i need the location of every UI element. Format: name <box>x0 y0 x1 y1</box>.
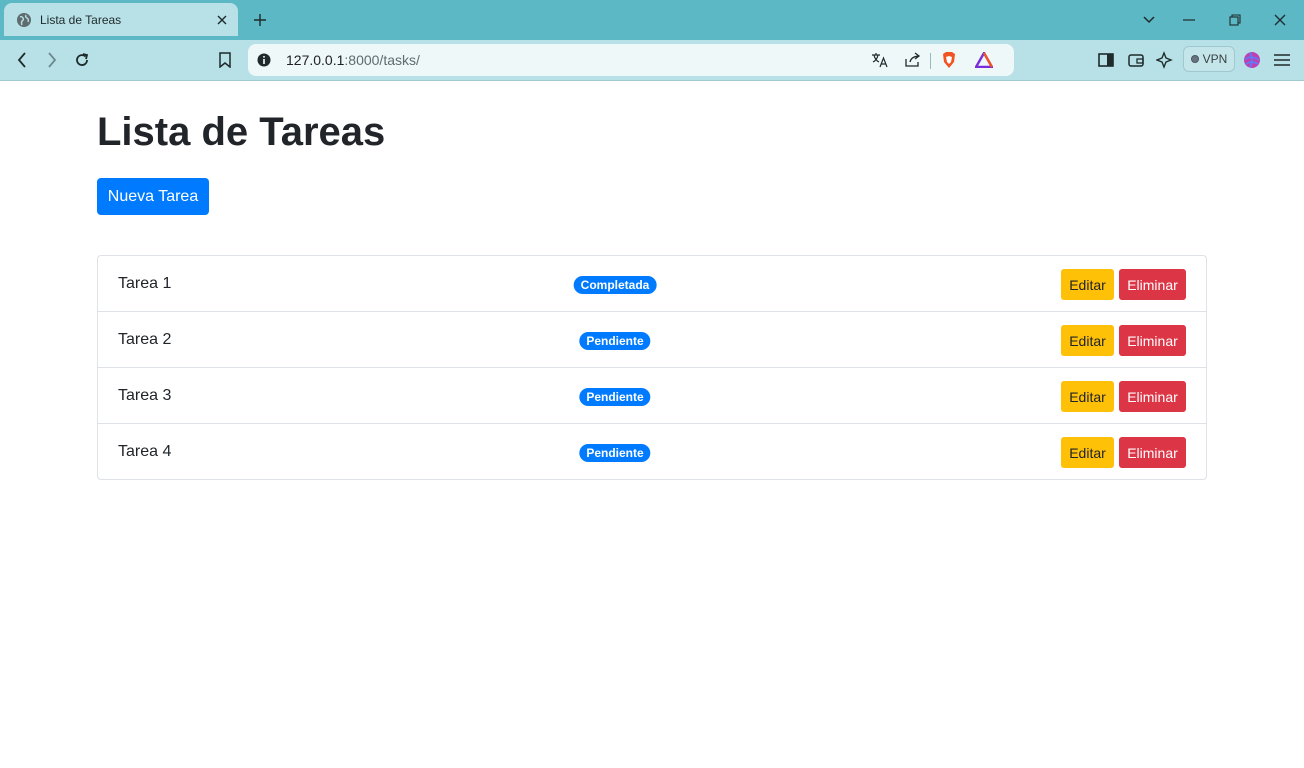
edit-button[interactable]: Editar <box>1061 437 1114 468</box>
minimize-icon[interactable] <box>1167 0 1211 40</box>
delete-button[interactable]: Eliminar <box>1119 269 1186 300</box>
back-icon[interactable] <box>10 48 34 72</box>
delete-button[interactable]: Eliminar <box>1119 381 1186 412</box>
page-title: Lista de Tareas <box>97 110 386 154</box>
globe-icon <box>17 12 31 27</box>
delete-button[interactable]: Eliminar <box>1119 437 1186 468</box>
task-name: Tarea 4 <box>118 443 172 460</box>
status-badge: Pendiente <box>579 332 651 350</box>
forward-icon[interactable] <box>40 48 64 72</box>
menu-icon[interactable] <box>1270 48 1294 72</box>
window-close-icon[interactable] <box>1258 0 1302 40</box>
browser-toolbar: 127.0.0.1:8000/tasks/ VPN <box>0 40 1304 81</box>
leo-ai-icon[interactable] <box>1153 48 1177 72</box>
brave-rewards-icon[interactable] <box>974 50 994 70</box>
share-icon[interactable] <box>903 50 923 70</box>
edit-button[interactable]: Editar <box>1061 269 1114 300</box>
status-badge: Pendiente <box>579 444 651 462</box>
task-row: Tarea 1 Completada Editar Eliminar <box>98 256 1206 312</box>
tab-title: Lista de Tareas <box>40 12 122 27</box>
tab-strip: Lista de Tareas <box>0 0 1304 40</box>
restore-icon[interactable] <box>1213 0 1257 40</box>
reload-icon[interactable] <box>70 48 94 72</box>
vpn-label: VPN <box>1202 52 1228 66</box>
task-row: Tarea 2 Pendiente Editar Eliminar <box>98 312 1206 368</box>
url-text[interactable]: 127.0.0.1:8000/tasks/ <box>286 44 420 76</box>
profile-icon[interactable] <box>1240 48 1264 72</box>
task-name: Tarea 2 <box>118 331 172 348</box>
translate-icon[interactable] <box>870 50 890 70</box>
plus-icon[interactable] <box>250 10 270 30</box>
status-badge: Pendiente <box>579 388 651 406</box>
bookmark-icon[interactable] <box>213 48 237 72</box>
vpn-button[interactable]: VPN <box>1183 46 1235 72</box>
close-icon[interactable] <box>214 12 230 28</box>
brave-shield-icon[interactable] <box>939 50 959 70</box>
info-icon[interactable] <box>257 53 271 67</box>
task-row: Tarea 3 Pendiente Editar Eliminar <box>98 368 1206 424</box>
new-task-button[interactable]: Nueva Tarea <box>97 178 209 215</box>
delete-button[interactable]: Eliminar <box>1119 325 1186 356</box>
edit-button[interactable]: Editar <box>1061 381 1114 412</box>
chevron-down-icon[interactable] <box>1127 0 1171 40</box>
vpn-status-dot <box>1190 55 1199 63</box>
url-host: 127.0.0.1 <box>286 52 345 68</box>
task-name: Tarea 1 <box>118 275 172 292</box>
wallet-icon[interactable] <box>1124 48 1148 72</box>
address-bar[interactable]: 127.0.0.1:8000/tasks/ <box>248 44 1014 76</box>
status-badge: Completada <box>573 276 657 294</box>
url-path: :8000/tasks/ <box>344 52 420 68</box>
task-name: Tarea 3 <box>118 387 172 404</box>
browser-tab[interactable]: Lista de Tareas <box>4 3 238 36</box>
edit-button[interactable]: Editar <box>1061 325 1114 356</box>
task-row: Tarea 4 Pendiente Editar Eliminar <box>98 424 1206 479</box>
sidebar-icon[interactable] <box>1094 48 1118 72</box>
separator <box>930 53 931 69</box>
task-list: Tarea 1 Completada Editar Eliminar Tarea… <box>97 255 1207 480</box>
